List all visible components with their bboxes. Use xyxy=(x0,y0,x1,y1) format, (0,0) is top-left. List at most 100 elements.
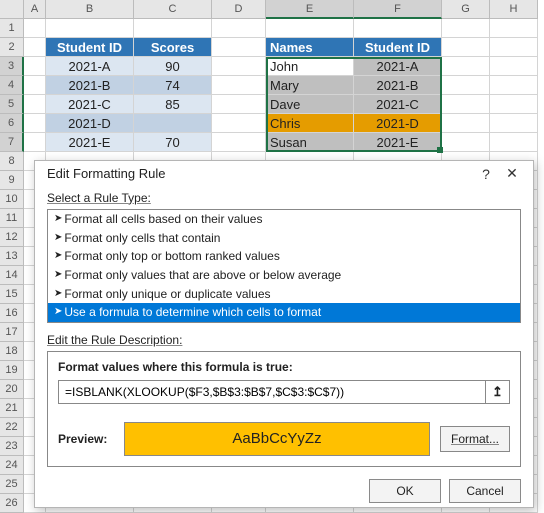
cell[interactable] xyxy=(442,114,490,133)
rule-type-item-selected[interactable]: ➤Use a formula to determine which cells … xyxy=(48,303,520,322)
rule-type-listbox[interactable]: ➤Format all cells based on their values … xyxy=(47,209,521,323)
col-header-D[interactable]: D xyxy=(212,0,266,19)
range-picker-button[interactable]: ↥ xyxy=(485,381,509,403)
cell[interactable] xyxy=(442,38,490,57)
cell[interactable] xyxy=(490,76,538,95)
cell[interactable] xyxy=(212,57,266,76)
cell[interactable] xyxy=(24,95,46,114)
table-cell[interactable] xyxy=(134,114,212,133)
row-header-11[interactable]: 11 xyxy=(0,209,24,228)
cell[interactable] xyxy=(212,76,266,95)
row-header-6[interactable]: 6 xyxy=(0,114,24,133)
table-cell[interactable]: 2021-D xyxy=(46,114,134,133)
row-header-3[interactable]: 3 xyxy=(0,57,24,76)
cell[interactable] xyxy=(212,95,266,114)
cell[interactable] xyxy=(24,19,46,38)
row-header-16[interactable]: 16 xyxy=(0,304,24,323)
cell[interactable] xyxy=(46,19,134,38)
cell[interactable] xyxy=(266,19,354,38)
cancel-button[interactable]: Cancel xyxy=(449,479,521,503)
formula-input[interactable] xyxy=(59,381,485,403)
dialog-titlebar[interactable]: Edit Formatting Rule ? ✕ xyxy=(35,161,533,187)
table-cell[interactable]: 70 xyxy=(134,133,212,152)
row-header-5[interactable]: 5 xyxy=(0,95,24,114)
row-header-14[interactable]: 14 xyxy=(0,266,24,285)
table-cell[interactable]: Chris xyxy=(266,114,354,133)
table-cell[interactable]: John xyxy=(266,57,354,76)
table-cell[interactable]: 2021-B xyxy=(46,76,134,95)
col-header-B[interactable]: B xyxy=(46,0,134,19)
cell[interactable] xyxy=(24,133,46,152)
row-header-21[interactable]: 21 xyxy=(0,399,24,418)
cell[interactable] xyxy=(490,38,538,57)
cell[interactable] xyxy=(24,76,46,95)
table2-header-id[interactable]: Student ID xyxy=(354,38,442,57)
row-header-15[interactable]: 15 xyxy=(0,285,24,304)
rule-type-item[interactable]: ➤Format only values that are above or be… xyxy=(48,266,520,285)
row-header-13[interactable]: 13 xyxy=(0,247,24,266)
table-cell[interactable]: Dave xyxy=(266,95,354,114)
cell[interactable] xyxy=(490,19,538,38)
row-header-22[interactable]: 22 xyxy=(0,418,24,437)
table-cell[interactable]: 2021-E xyxy=(354,133,442,152)
table-cell[interactable]: 2021-C xyxy=(354,95,442,114)
help-button[interactable]: ? xyxy=(473,163,499,185)
row-header-12[interactable]: 12 xyxy=(0,228,24,247)
cell[interactable] xyxy=(442,19,490,38)
rule-type-item[interactable]: ➤Format only top or bottom ranked values xyxy=(48,247,520,266)
table2-header-name[interactable]: Names xyxy=(266,38,354,57)
cell[interactable] xyxy=(24,114,46,133)
cell[interactable] xyxy=(212,19,266,38)
cell[interactable] xyxy=(490,133,538,152)
cell[interactable] xyxy=(134,19,212,38)
table-cell[interactable]: 2021-E xyxy=(46,133,134,152)
cell[interactable] xyxy=(442,133,490,152)
row-header-4[interactable]: 4 xyxy=(0,76,24,95)
format-button[interactable]: Format... xyxy=(440,426,510,452)
table1-header-id[interactable]: Student ID xyxy=(46,38,134,57)
cell[interactable] xyxy=(212,114,266,133)
table-cell[interactable]: 85 xyxy=(134,95,212,114)
row-header-1[interactable]: 1 xyxy=(0,19,24,38)
row-header-19[interactable]: 19 xyxy=(0,361,24,380)
row-header-25[interactable]: 25 xyxy=(0,475,24,494)
row-header-10[interactable]: 10 xyxy=(0,190,24,209)
table-cell[interactable]: 74 xyxy=(134,76,212,95)
rule-type-item[interactable]: ➤Format all cells based on their values xyxy=(48,210,520,229)
col-header-F[interactable]: F xyxy=(354,0,442,19)
cell[interactable] xyxy=(490,57,538,76)
row-header-2[interactable]: 2 xyxy=(0,38,24,57)
cell[interactable] xyxy=(24,38,46,57)
select-all-corner[interactable] xyxy=(0,0,24,19)
row-header-9[interactable]: 9 xyxy=(0,171,24,190)
table-cell[interactable]: 90 xyxy=(134,57,212,76)
table-cell[interactable]: 2021-D xyxy=(354,114,442,133)
row-header-18[interactable]: 18 xyxy=(0,342,24,361)
rule-type-item[interactable]: ➤Format only unique or duplicate values xyxy=(48,284,520,303)
row-header-24[interactable]: 24 xyxy=(0,456,24,475)
table1-header-score[interactable]: Scores xyxy=(134,38,212,57)
cell[interactable] xyxy=(490,114,538,133)
table-cell[interactable]: 2021-A xyxy=(46,57,134,76)
col-header-G[interactable]: G xyxy=(442,0,490,19)
cell[interactable] xyxy=(212,38,266,57)
col-header-E[interactable]: E xyxy=(266,0,354,19)
table-cell[interactable]: Mary xyxy=(266,76,354,95)
cell[interactable] xyxy=(212,133,266,152)
cell[interactable] xyxy=(24,57,46,76)
row-header-23[interactable]: 23 xyxy=(0,437,24,456)
rule-type-item[interactable]: ➤Format only cells that contain xyxy=(48,228,520,247)
cell[interactable] xyxy=(490,95,538,114)
table-cell[interactable]: 2021-B xyxy=(354,76,442,95)
row-header-20[interactable]: 20 xyxy=(0,380,24,399)
col-header-A[interactable]: A xyxy=(24,0,46,19)
table-cell[interactable]: 2021-C xyxy=(46,95,134,114)
col-header-H[interactable]: H xyxy=(490,0,538,19)
row-header-17[interactable]: 17 xyxy=(0,323,24,342)
ok-button[interactable]: OK xyxy=(369,479,441,503)
cell[interactable] xyxy=(354,19,442,38)
close-button[interactable]: ✕ xyxy=(499,163,525,185)
row-header-26[interactable]: 26 xyxy=(0,494,24,513)
row-header-8[interactable]: 8 xyxy=(0,152,24,171)
cell[interactable] xyxy=(442,95,490,114)
